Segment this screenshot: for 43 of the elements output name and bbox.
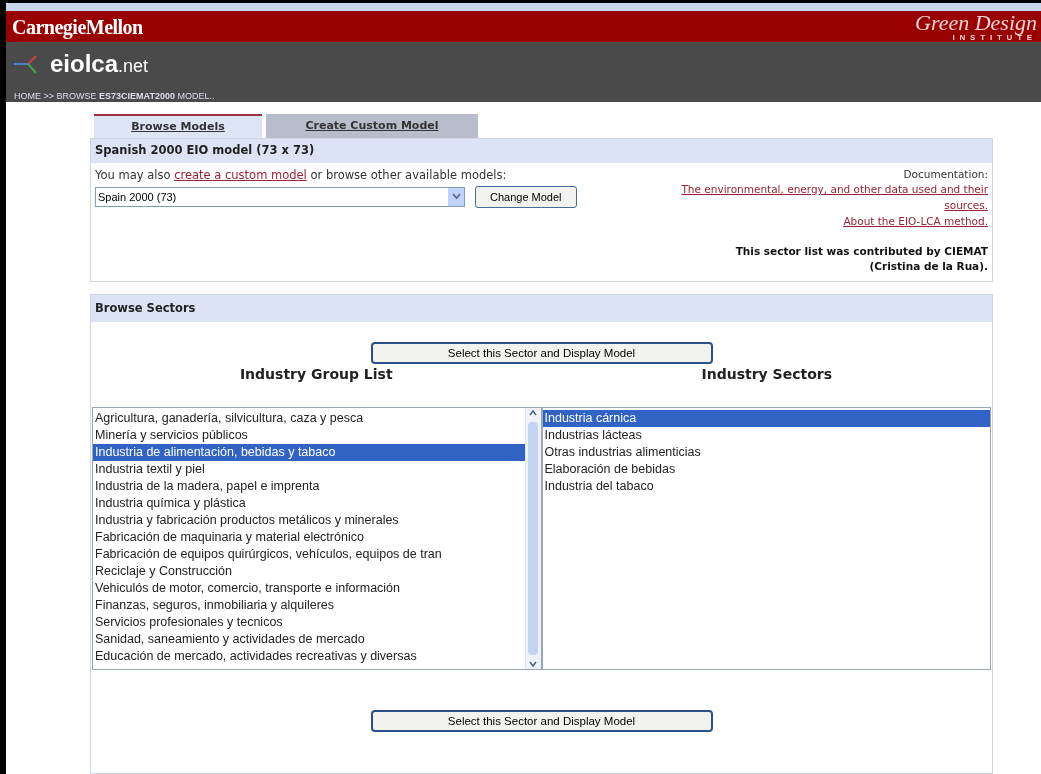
list-item[interactable]: Industrias lácteas — [542, 427, 990, 445]
list-item[interactable]: Reciclaje y Construcción — [93, 563, 525, 581]
list-item[interactable]: Fabricación de maquinaria y material electrónico — [93, 529, 525, 547]
list-item[interactable]: Industria del tabaco — [542, 478, 990, 496]
list-item[interactable]: Industria de alimentación, bebidas y tabaco — [93, 444, 525, 462]
change-model-button[interactable]: Change Model — [475, 185, 577, 208]
list-item[interactable]: Minería y servicios públicos — [93, 427, 525, 445]
documentation-link[interactable]: About the EIO-LCA method. — [843, 213, 988, 230]
logo-icon — [14, 53, 40, 76]
list-item[interactable]: Industria cárnica — [542, 410, 990, 428]
university-logo[interactable]: CarnegieMellon — [12, 11, 143, 42]
tab[interactable]: Create Custom Model — [266, 114, 478, 139]
list-item[interactable]: Fabricación de equipos quirúrgicos, vehículos, equipos de tran — [93, 546, 525, 564]
group-heading: Industry Group List — [238, 365, 394, 385]
breadcrumb: HOME >> BROWSE ES73CIEMAT2000 MODEL.. — [14, 90, 216, 104]
site-logo[interactable]: eiolca.net — [50, 46, 149, 83]
documentation-label: Documentation: — [903, 166, 988, 182]
tab[interactable]: Browse Models — [94, 114, 262, 139]
scrollbar[interactable] — [524, 408, 541, 670]
model-select[interactable]: Spain 2000 (73) — [95, 186, 465, 207]
list-item[interactable]: Educación de mercado, actividades recreativas y diversas — [93, 648, 525, 666]
institute-logo[interactable]: Green Design INSTITUTE — [915, 11, 1037, 42]
list-item[interactable]: Vehiculós de motor, comercio, transporte e información — [93, 580, 525, 598]
panel-title: Browse Sectors — [91, 295, 992, 323]
list-item[interactable]: Industria química y plástica — [93, 495, 525, 513]
select-sector-button[interactable]: Select this Sector and Display Model — [370, 710, 713, 733]
list-item[interactable]: Servicios profesionales y tecnicos — [93, 614, 525, 632]
intro-text: You may also create a custom model or browse other available models: — [95, 166, 508, 184]
list-item[interactable]: Finanzas, seguros, inmobiliaria y alquileres — [93, 597, 525, 615]
list-item[interactable]: Industria textil y piel — [93, 461, 525, 479]
list-item[interactable]: Otras industrias alimenticias — [542, 444, 990, 462]
panel-title: Spanish 2000 EIO model (73 x 73) — [91, 139, 992, 163]
sector-heading: Industry Sectors — [700, 365, 833, 385]
documentation-link[interactable]: The environmental, energy, and other data used and their sources. — [658, 182, 988, 214]
list-item[interactable]: Sanidad, saneamiento y actividades de mercado — [93, 631, 525, 649]
custom-model-link[interactable]: create a custom model — [174, 167, 307, 182]
scroll-thumb[interactable] — [528, 422, 538, 656]
list-item[interactable]: Agricultura, ganadería, silvicultura, caza y pesca — [93, 410, 525, 428]
list-item[interactable]: Industria de la madera, papel e imprenta — [93, 478, 525, 496]
list-item[interactable]: Elaboración de bebidas — [542, 461, 990, 479]
credit-text: This sector list was contributed by CIEMAT (Cristina de la Rua). — [734, 243, 988, 275]
list-item[interactable]: Industria y fabricación productos metálicos y minerales — [93, 512, 525, 530]
select-sector-button[interactable]: Select this Sector and Display Model — [370, 342, 713, 365]
